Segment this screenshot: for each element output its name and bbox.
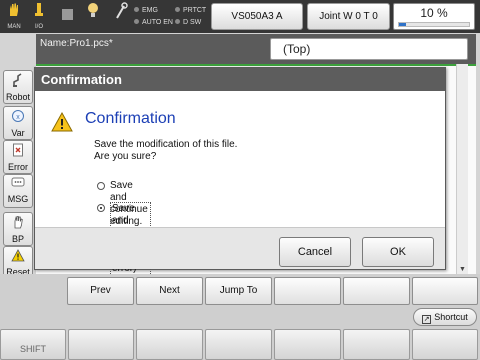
file-name: Name:Pro1.pcs* [40,38,113,49]
prev-button[interactable]: Prev [67,277,134,305]
dialog-title-bar: Confirmation [35,68,445,91]
io-button[interactable]: I/O [28,2,50,30]
shortcut-button[interactable]: ↗ Shortcut [413,308,477,326]
d-sw-indicator: D SW [175,18,201,27]
sidebar-item-label: Error [8,162,28,172]
cursor-line [36,64,476,66]
shortcut-label: Shortcut [434,312,468,322]
confirmation-dialog: Confirmation Confirmation Save the modif… [34,67,446,276]
ok-button[interactable]: OK [362,237,434,267]
lower-key-7[interactable] [412,329,478,360]
joint-mode-button[interactable]: Joint W 0 T 0 [307,3,390,30]
procedure-selector[interactable]: (Top) [270,38,468,60]
scroll-down-arrow-icon[interactable]: ▼ [457,266,468,273]
lower-key-5[interactable] [274,329,341,360]
dialog-message: Save the modification of this file. Are … [94,139,238,162]
lower-key-3[interactable] [136,329,203,360]
tool-button[interactable] [110,2,132,30]
dialog-title: Confirmation [41,72,122,87]
sidebar-item-var[interactable]: x Var [3,106,33,140]
function-key-6[interactable] [412,277,478,305]
lamp-button[interactable] [82,2,104,30]
warning-icon [51,111,73,132]
dialog-heading: Confirmation [85,110,176,127]
sidebar-item-error[interactable]: Error [3,140,33,174]
stop-button[interactable] [56,9,78,23]
io-label: I/O [34,24,43,30]
manual-mode-indicator[interactable]: MAN [3,2,25,30]
stop-icon [61,9,73,20]
speed-indicator[interactable]: 10 % [393,3,475,30]
led-dot [175,19,180,24]
hand-icon [4,215,32,233]
sidebar-item-msg[interactable]: MSG [3,174,33,208]
editor-scrollbar[interactable]: ▼ [456,64,468,274]
man-label: MAN [7,24,21,30]
sidebar-item-label: BP [11,234,24,244]
lower-key-4[interactable] [205,329,272,360]
sidebar-item-label: Var [11,128,25,138]
led-label: PRTCT [183,7,207,14]
sidebar-item-bp[interactable]: BP [3,212,33,246]
dialog-footer: Cancel OK [35,227,445,269]
function-key-5[interactable] [343,277,410,305]
jump-to-button[interactable]: Jump To [205,277,272,305]
led-dot [134,19,139,24]
auto-en-indicator: AUTO EN [134,18,173,27]
hand-icon [3,2,25,23]
led-dot [134,7,139,12]
led-label: AUTO EN [142,19,173,26]
speed-bar [398,22,470,27]
next-button[interactable]: Next [136,277,203,305]
sidebar-item-robot[interactable]: Robot [3,70,33,104]
led-dot [175,7,180,12]
variable-icon: x [4,109,32,127]
robot-icon [4,73,32,91]
shift-button[interactable]: SHIFT [0,329,66,360]
lower-key-2[interactable] [68,329,134,360]
error-log-icon [4,143,32,161]
led-label: EMG [142,7,158,14]
speed-bar-fill [399,23,406,26]
cancel-button[interactable]: Cancel [279,237,351,267]
radio-button-selected[interactable] [97,204,105,212]
emg-indicator: EMG [134,6,158,15]
io-icon [28,2,50,23]
radio-button[interactable] [97,182,105,190]
sidebar-item-label: Robot [5,92,31,102]
warning-icon [4,249,32,266]
svg-text:x: x [16,114,20,121]
robot-type-button[interactable]: VS050A3 A [211,3,303,30]
prtct-indicator: PRTCT [175,6,206,15]
shortcut-icon: ↗ [422,315,432,324]
message-icon [4,177,32,193]
sidebar-item-label: MSG [7,194,29,204]
led-label: D SW [183,19,202,26]
function-key-4[interactable] [274,277,341,305]
speed-label: 10 % [420,6,448,20]
lower-key-6[interactable] [343,329,410,360]
lightbulb-icon [82,2,104,25]
status-bar: MAN I/O EMG PRTCT AUTO EN D SW VS050A3 A… [0,0,480,33]
wrench-icon [110,2,132,25]
